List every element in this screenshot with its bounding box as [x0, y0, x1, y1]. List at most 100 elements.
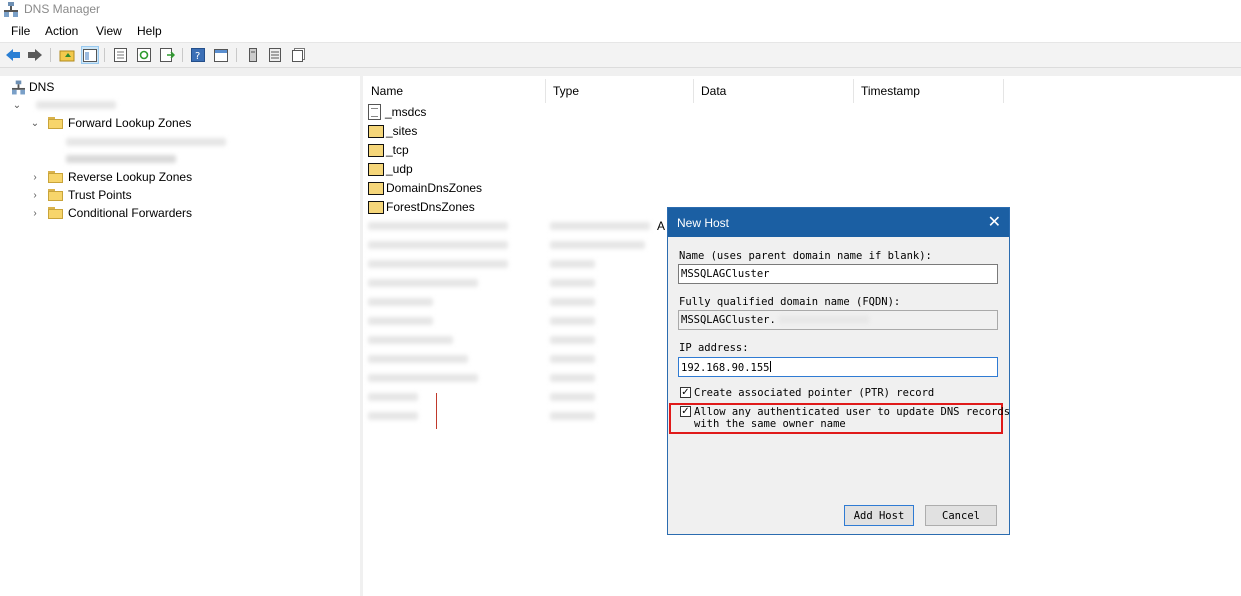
server-icon[interactable] — [244, 46, 262, 64]
menu-action[interactable]: Action — [45, 24, 78, 38]
redacted-zone-name — [66, 155, 176, 163]
tree-label-dns: DNS — [29, 80, 55, 94]
table-row[interactable] — [368, 258, 595, 270]
column-header-timestamp[interactable]: Timestamp — [854, 79, 1004, 103]
show-hide-tree-icon[interactable] — [81, 46, 99, 64]
export-list-icon[interactable] — [158, 46, 176, 64]
table-row[interactable] — [368, 239, 645, 251]
table-row[interactable] — [368, 353, 595, 365]
menu-bar: File Action View Help — [0, 20, 1241, 43]
chevron-down-icon[interactable]: ⌄ — [12, 100, 22, 111]
forward-arrow-icon[interactable] — [26, 46, 44, 64]
column-header-type[interactable]: Type — [546, 79, 694, 103]
ptr-record-label: Create associated pointer (PTR) record — [694, 387, 935, 399]
tree-label-conditional-forwarders: Conditional Forwarders — [68, 206, 193, 220]
tree-item-zone-2[interactable] — [52, 150, 176, 168]
pane-splitter[interactable] — [360, 76, 363, 596]
table-row[interactable] — [368, 334, 595, 346]
back-arrow-icon[interactable] — [4, 46, 22, 64]
folder-icon — [48, 189, 64, 201]
tree-item-dns[interactable]: DNS — [12, 78, 54, 96]
text-cursor-mark — [436, 393, 437, 429]
redacted-domain — [778, 316, 869, 323]
folder-icon — [48, 171, 64, 183]
column-header-name[interactable]: Name — [364, 79, 546, 103]
column-header-data[interactable]: Data — [694, 79, 854, 103]
new-host-dialog: New Host ✕ Name (uses parent domain name… — [667, 207, 1010, 535]
list-item[interactable]: ForestDnsZones — [368, 197, 475, 216]
table-row[interactable] — [368, 410, 595, 422]
list-item[interactable]: _sites — [368, 121, 417, 140]
dns-server-icon — [12, 80, 25, 94]
list-item[interactable]: _msdcs — [368, 102, 426, 121]
folder-icon — [48, 117, 64, 129]
fqdn-value: MSSQLAGCluster. — [681, 314, 776, 326]
table-row[interactable] — [368, 220, 650, 232]
menu-view[interactable]: View — [96, 24, 122, 38]
allow-update-label-line1: Allow any authenticated user to update D… — [694, 406, 1011, 418]
up-folder-icon[interactable] — [58, 46, 76, 64]
window-title: DNS Manager — [24, 2, 101, 16]
menu-file[interactable]: File — [11, 24, 30, 38]
properties-icon[interactable] — [111, 46, 129, 64]
tree-label-trust-points: Trust Points — [68, 188, 132, 202]
table-row[interactable] — [368, 315, 595, 327]
allow-update-label-line2: with the same owner name — [694, 418, 846, 430]
refresh-icon[interactable] — [135, 46, 153, 64]
add-host-button[interactable]: Add Host — [844, 505, 914, 526]
tree-item-zone-1[interactable] — [52, 133, 226, 151]
chevron-down-icon[interactable]: ⌄ — [30, 118, 40, 129]
fqdn-label: Fully qualified domain name (FQDN): — [679, 296, 901, 308]
cancel-button[interactable]: Cancel — [925, 505, 997, 526]
folder-icon — [368, 124, 384, 138]
svg-text:?: ? — [195, 51, 200, 62]
fqdn-field: MSSQLAGCluster. — [678, 310, 998, 330]
table-row[interactable] — [368, 372, 595, 384]
list-item[interactable]: _udp — [368, 159, 413, 178]
tree-item-reverse-lookup-zones[interactable]: › Reverse Lookup Zones — [30, 168, 192, 186]
dns-manager-icon — [4, 2, 18, 17]
ip-address-input[interactable]: 192.168.90.155 — [678, 357, 998, 377]
console-tree[interactable]: DNS ⌄ ⌄ Forward Lookup Zones › Reverse L… — [0, 76, 361, 596]
tree-item-trust-points[interactable]: › Trust Points — [30, 186, 132, 204]
folder-icon — [368, 143, 384, 157]
folder-icon — [48, 207, 64, 219]
name-input[interactable]: MSSQLAGCluster — [678, 264, 998, 284]
table-row[interactable] — [368, 391, 595, 403]
chevron-right-icon[interactable]: › — [30, 172, 40, 183]
toolbar-separator-band — [0, 68, 1241, 76]
allow-update-checkbox[interactable]: ✓ — [680, 406, 691, 417]
tree-item-forward-lookup-zones[interactable]: ⌄ Forward Lookup Zones — [30, 114, 192, 132]
tree-label-forward-lookup-zones: Forward Lookup Zones — [68, 116, 192, 130]
tree-label-reverse-lookup-zones: Reverse Lookup Zones — [68, 170, 193, 184]
redacted-server-name — [36, 101, 116, 109]
list-icon[interactable] — [266, 46, 284, 64]
tree-item-server[interactable]: ⌄ — [12, 96, 116, 114]
list-item[interactable]: DomainDnsZones — [368, 178, 482, 197]
partial-data-text: A — [657, 219, 666, 233]
console-icon[interactable] — [212, 46, 230, 64]
ip-label: IP address: — [679, 342, 749, 354]
dialog-title: New Host — [677, 216, 730, 230]
list-item[interactable]: _tcp — [368, 140, 409, 159]
table-row[interactable] — [368, 296, 595, 308]
dialog-title-bar[interactable]: New Host ✕ — [668, 208, 1009, 237]
folder-icon — [368, 162, 384, 176]
redacted-zone-name — [66, 138, 226, 146]
close-icon[interactable]: ✕ — [988, 212, 1001, 232]
tree-item-conditional-forwarders[interactable]: › Conditional Forwarders — [30, 204, 192, 222]
title-bar: DNS Manager — [0, 0, 1241, 20]
ip-address-value: 192.168.90.155 — [681, 362, 770, 374]
name-label: Name (uses parent domain name if blank): — [679, 250, 932, 262]
folder-icon — [368, 200, 384, 214]
toolbar: ? — [0, 43, 1241, 68]
records-icon[interactable] — [289, 46, 307, 64]
ptr-record-checkbox[interactable]: ✓ — [680, 387, 691, 398]
help-icon[interactable]: ? — [189, 46, 207, 64]
table-row[interactable] — [368, 277, 595, 289]
text-caret — [769, 361, 771, 372]
menu-help[interactable]: Help — [137, 24, 162, 38]
chevron-right-icon[interactable]: › — [30, 208, 40, 219]
chevron-right-icon[interactable]: › — [30, 190, 40, 201]
zone-document-icon — [368, 103, 381, 120]
